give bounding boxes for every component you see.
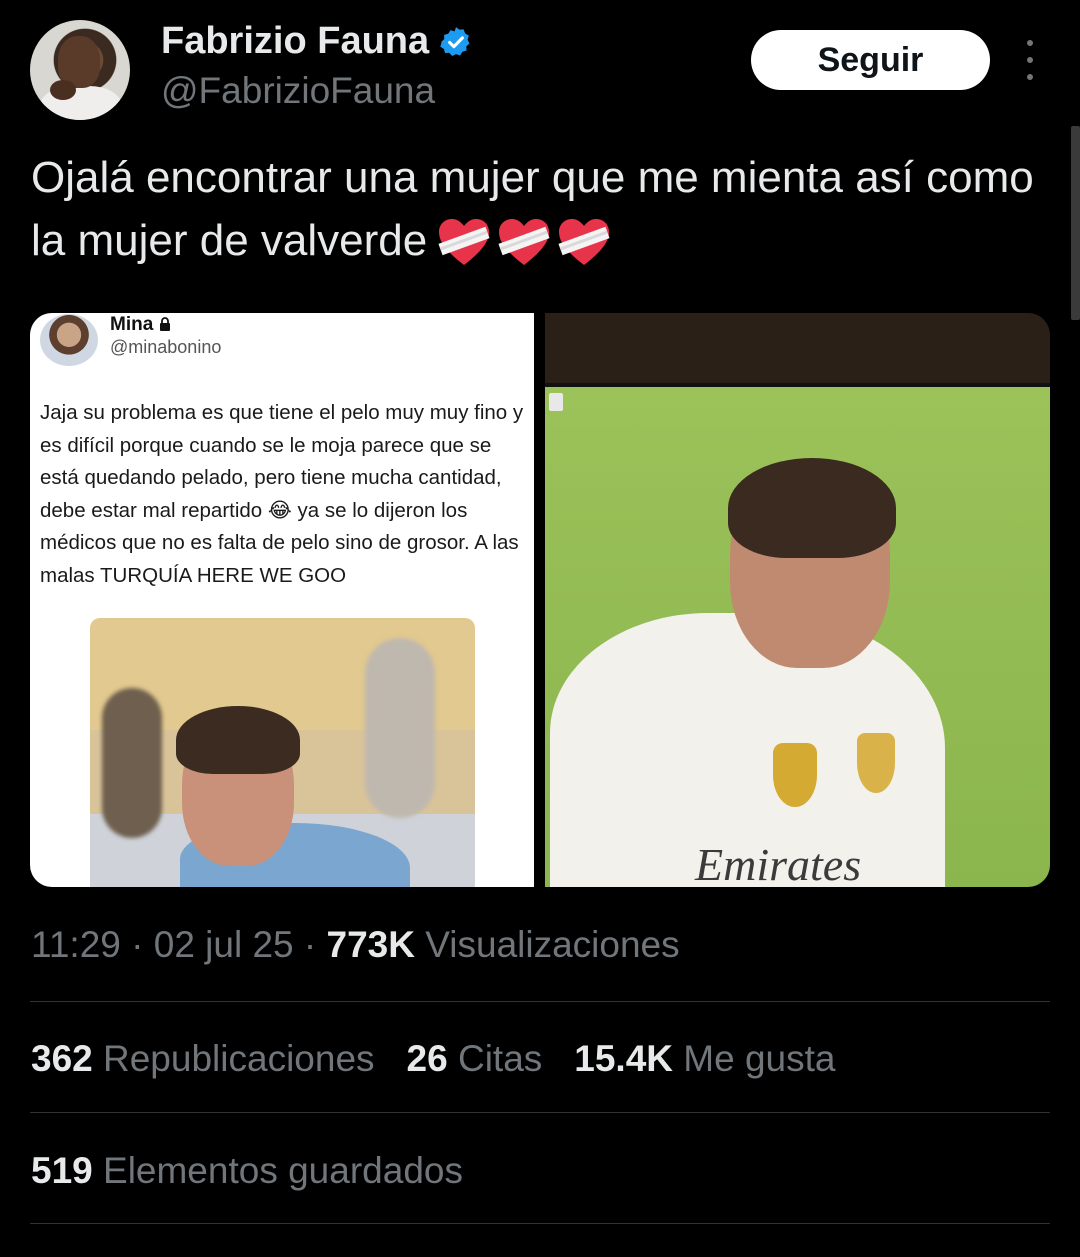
media-image-screenshot[interactable]: Mina @minabonino Jaja su problema es que… xyxy=(30,313,534,887)
bandaged-heart-icon xyxy=(438,219,490,266)
embedded-photo xyxy=(90,618,475,887)
more-options-icon[interactable] xyxy=(1016,40,1044,80)
engagement-stats: 362 Republicaciones 26 Citas 15.4K Me gu… xyxy=(31,1038,835,1080)
lock-icon xyxy=(160,317,171,331)
tweet-media[interactable]: Mina @minabonino Jaja su problema es que… xyxy=(30,313,1050,887)
embedded-name: Mina xyxy=(110,314,171,336)
tweet-text: Ojalá encontrar una mujer que me mienta … xyxy=(31,146,1041,272)
reposts-stat[interactable]: 362 Republicaciones xyxy=(31,1038,375,1080)
club-crest xyxy=(857,733,895,793)
author-name-row[interactable]: Fabrizio Fauna xyxy=(161,20,473,63)
divider xyxy=(30,1001,1050,1002)
embedded-text: Jaja su problema es que tiene el pelo mu… xyxy=(40,401,524,587)
views-label: Visualizaciones xyxy=(414,924,680,965)
emoji-group xyxy=(437,218,611,268)
embedded-handle: @minabonino xyxy=(110,337,222,357)
bookmarks-stat[interactable]: 519 Elementos guardados xyxy=(31,1150,463,1192)
author-name[interactable]: Fabrizio Fauna xyxy=(161,20,429,63)
likes-stat[interactable]: 15.4K Me gusta xyxy=(574,1038,835,1080)
views-count: 773K xyxy=(326,924,415,965)
broadcast-logo xyxy=(549,393,563,411)
bandaged-heart-icon xyxy=(498,219,550,266)
media-image-player[interactable]: Emirates xyxy=(545,313,1050,887)
tweet-time[interactable]: 11:29 xyxy=(31,924,121,965)
author-handle[interactable]: @FabrizioFauna xyxy=(161,70,435,112)
tweet-date[interactable]: 02 jul 25 xyxy=(154,924,294,965)
quotes-stat[interactable]: 26 Citas xyxy=(407,1038,543,1080)
scrollbar[interactable] xyxy=(1071,126,1080,320)
shirt-sponsor-text: Emirates xyxy=(695,839,862,887)
divider xyxy=(30,1223,1050,1224)
author-avatar[interactable] xyxy=(30,20,130,120)
verified-badge-icon xyxy=(440,26,470,56)
bandaged-heart-icon xyxy=(558,219,610,266)
divider xyxy=(30,1112,1050,1113)
tweet-meta: 11:29 · 02 jul 25 · 773K Visualizaciones xyxy=(31,924,680,965)
champions-badge xyxy=(773,743,817,807)
embedded-avatar xyxy=(40,314,98,366)
player-hair xyxy=(728,458,896,558)
follow-button[interactable]: Seguir xyxy=(751,30,990,90)
